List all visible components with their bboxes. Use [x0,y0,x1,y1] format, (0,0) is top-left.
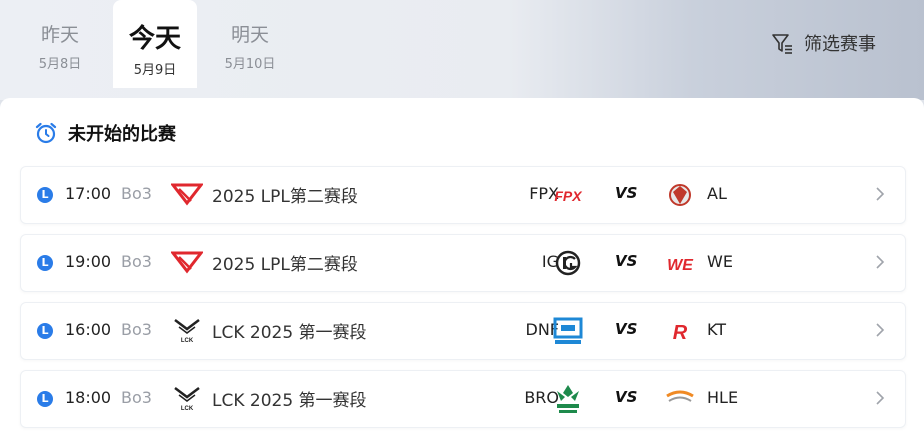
date-nav-bar: 昨天 5月8日 今天 5月9日 明天 5月10日 筛选赛事 [0,0,924,100]
lpl-logo-icon [171,251,203,274]
section-title: 未开始的比赛 [68,124,176,145]
vs-label: VS [615,388,638,406]
tab-day-label: 明天 [230,24,269,46]
league-name: LCK 2025 第一赛段 [212,323,367,343]
league-name: 2025 LPL第二赛段 [212,255,358,275]
match-row[interactable]: L 17:00 Bo3 2025 LPL第二赛段 FPX FPX VS AL [20,166,906,224]
we-logo-icon: WE [667,257,694,274]
vs-label: VS [615,320,638,338]
tab-tomorrow[interactable]: 明天 5月10日 [208,12,292,87]
filter-events-button[interactable]: 筛选赛事 [770,30,876,56]
league-badge-icon: L [37,187,53,203]
tab-date-label: 5月8日 [38,57,82,72]
team-b-name: HLE [707,388,739,407]
hle-logo-icon [666,390,694,402]
bro-logo-icon [557,385,579,413]
league-badge-icon: L [37,323,53,339]
team-b-name: KT [707,320,727,339]
lck-logo-icon: LCK [174,319,200,343]
match-format: Bo3 [121,252,152,271]
vs-label: VS [615,252,638,270]
lpl-logo-icon [171,183,203,206]
chevron-right-icon [876,391,885,405]
match-time: 16:00 [65,320,112,339]
tab-day-label: 昨天 [40,24,79,46]
league-name: 2025 LPL第二赛段 [212,187,358,207]
chevron-right-icon [876,187,885,201]
ig-logo-icon [555,250,581,276]
lck-logo-icon: LCK [174,387,200,411]
match-time: 18:00 [65,388,112,407]
vs-label: VS [615,184,638,202]
match-format: Bo3 [121,184,152,203]
svg-text:R: R [673,322,688,344]
match-row[interactable]: L 18:00 Bo3 LCK LCK 2025 第一赛段 BRO VS HLE [20,370,906,428]
svg-text:WE: WE [667,257,694,274]
league-badge-icon: L [37,391,53,407]
tab-date-label: 5月9日 [133,63,177,78]
match-time: 19:00 [65,252,112,271]
tab-today[interactable]: 今天 5月9日 [113,0,197,88]
match-row[interactable]: L 16:00 Bo3 LCK LCK 2025 第一赛段 DNF VS R K… [20,302,906,360]
svg-text:LCK: LCK [181,338,194,343]
chevron-right-icon [876,323,885,337]
al-logo-icon [669,184,691,206]
tab-date-label: 5月10日 [224,57,276,72]
kt-logo-icon: R [673,322,688,344]
alarm-clock-icon [35,122,57,144]
filter-icon [772,34,792,54]
league-badge-icon: L [37,255,53,271]
svg-text:FPX: FPX [554,188,583,204]
league-name: LCK 2025 第一赛段 [212,391,367,411]
chevron-right-icon [876,255,885,269]
match-format: Bo3 [121,320,152,339]
svg-text:LCK: LCK [181,406,194,411]
team-b-name: AL [707,184,727,203]
filter-label: 筛选赛事 [804,34,876,55]
team-b-name: WE [707,252,733,271]
dnf-logo-icon [553,317,583,344]
match-row[interactable]: L 19:00 Bo3 2025 LPL第二赛段 IG VS WE WE [20,234,906,292]
fpx-logo-icon: FPX [554,188,583,204]
tab-day-label: 今天 [128,24,181,54]
match-format: Bo3 [121,388,152,407]
tab-yesterday[interactable]: 昨天 5月8日 [18,12,102,87]
matches-panel: 未开始的比赛 L 17:00 Bo3 2025 LPL第二赛段 FPX FPX … [0,98,924,435]
match-time: 17:00 [65,184,112,203]
section-header: 未开始的比赛 [34,120,176,146]
